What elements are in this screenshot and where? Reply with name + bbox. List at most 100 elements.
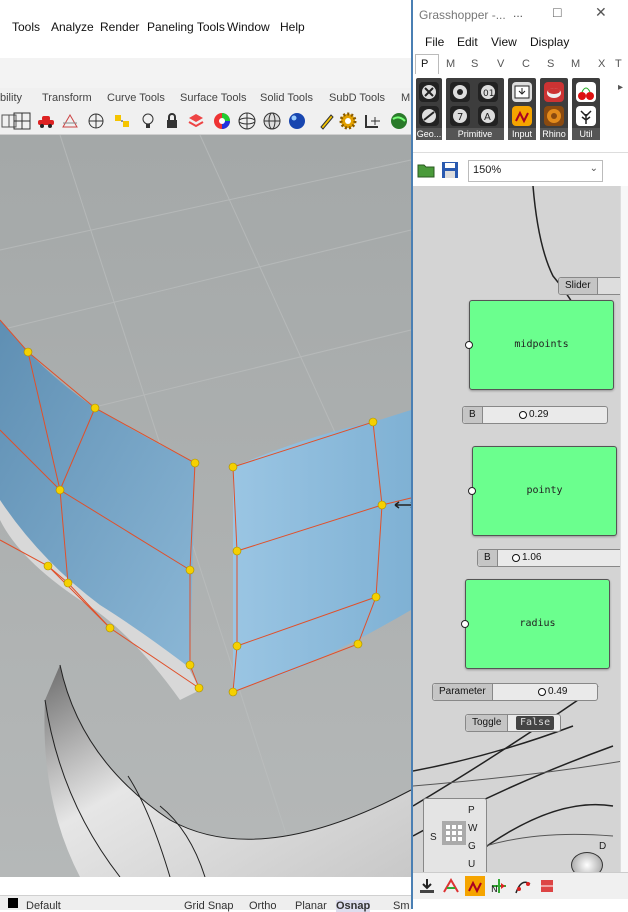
- lights-icon[interactable]: [112, 111, 132, 131]
- pointy-component[interactable]: pointy: [472, 446, 617, 536]
- pointy-input-port[interactable]: [468, 487, 476, 495]
- ribbon-group-primitive[interactable]: 01 7 A Primitive: [446, 78, 504, 140]
- menu-render[interactable]: Render: [100, 20, 139, 34]
- tab-maths[interactable]: M: [446, 58, 455, 70]
- minimize-button[interactable]: ...: [513, 6, 523, 20]
- viewport-geometry[interactable]: [0, 135, 411, 877]
- params-node-s-input[interactable]: S: [430, 832, 437, 843]
- chevron-down-icon[interactable]: ⌄: [590, 163, 598, 174]
- rhino-ref-icon[interactable]: [544, 82, 564, 102]
- tab-surface-tools[interactable]: Surface Tools: [180, 92, 246, 104]
- gh-menu-edit[interactable]: Edit: [457, 35, 478, 49]
- ribbon-expand-icon[interactable]: ▸: [618, 82, 623, 93]
- tree-icon[interactable]: [576, 106, 596, 126]
- material-ball-icon[interactable]: [287, 111, 307, 131]
- tab-vector[interactable]: V: [497, 58, 504, 70]
- tab-params[interactable]: P: [421, 58, 428, 70]
- menu-window[interactable]: Window: [227, 20, 270, 34]
- ribbon-group-util[interactable]: Util: [572, 78, 600, 140]
- parameter-slider-knob[interactable]: [538, 688, 546, 696]
- ribbon-group-input[interactable]: Input: [508, 78, 536, 140]
- dimension-icon[interactable]: [60, 111, 80, 131]
- snap-icon[interactable]: [363, 111, 383, 131]
- toggle-value[interactable]: False: [516, 716, 555, 730]
- tab-subd-tools[interactable]: SubD Tools: [329, 92, 385, 104]
- save-file-icon[interactable]: [441, 161, 459, 179]
- parameter-slider[interactable]: Parameter 0.49: [432, 683, 598, 701]
- curve-param-icon[interactable]: [419, 106, 439, 126]
- circle-target-icon[interactable]: [86, 111, 106, 131]
- menu-help[interactable]: Help: [280, 20, 305, 34]
- b-slider-2[interactable]: B 1.06: [477, 549, 623, 567]
- slider-icon[interactable]: [512, 106, 532, 126]
- b-slider-1-knob[interactable]: [519, 411, 527, 419]
- radius-input-port[interactable]: [461, 620, 469, 628]
- geometry-icon[interactable]: [419, 82, 439, 102]
- open-file-icon[interactable]: [417, 161, 435, 179]
- grid-icon[interactable]: [12, 111, 32, 131]
- tab-more[interactable]: M: [401, 92, 410, 104]
- grid-snap-toggle[interactable]: Grid Snap: [184, 900, 234, 912]
- midpoints-input-port[interactable]: [465, 341, 473, 349]
- planar-toggle[interactable]: Planar: [295, 900, 327, 912]
- osnap-toggle[interactable]: Osnap: [336, 900, 371, 912]
- car-icon[interactable]: [36, 111, 56, 131]
- current-layer[interactable]: Default: [26, 900, 61, 912]
- tab-transform[interactable]: Transform: [42, 92, 92, 104]
- smarttrack-toggle[interactable]: Sm: [393, 900, 410, 912]
- bake-icon[interactable]: [417, 876, 437, 896]
- sphere-grid-icon[interactable]: [237, 111, 257, 131]
- rhino-object-icon[interactable]: [544, 106, 564, 126]
- gh-menu-display[interactable]: Display: [530, 35, 569, 49]
- zoom-select[interactable]: 150% ⌄: [468, 160, 603, 182]
- tab-mesh[interactable]: M: [571, 58, 580, 70]
- bulb-icon[interactable]: [138, 111, 158, 131]
- b-slider-2-knob[interactable]: [512, 554, 520, 562]
- preview-icon[interactable]: [441, 876, 461, 896]
- menu-paneling-tools[interactable]: Paneling Tools: [147, 20, 225, 34]
- tab-curve[interactable]: C: [522, 58, 530, 70]
- gh-menu-file[interactable]: File: [425, 35, 444, 49]
- menu-analyze[interactable]: Analyze: [51, 20, 94, 34]
- globe-icon[interactable]: [389, 111, 409, 131]
- menu-tools[interactable]: Tools: [12, 20, 40, 34]
- layer-icon[interactable]: [186, 111, 206, 131]
- gh-canvas[interactable]: Slider midpoints B 0.29 pointy B 1.06 ra…: [413, 186, 623, 876]
- boolean-icon[interactable]: [450, 82, 470, 102]
- number-icon[interactable]: 7: [450, 106, 470, 126]
- rhino-viewport[interactable]: [0, 135, 411, 877]
- sphere-wire-icon[interactable]: [262, 111, 282, 131]
- params-node-p-output[interactable]: P: [468, 805, 475, 816]
- radius-component[interactable]: radius: [465, 579, 610, 669]
- tab-solid-tools[interactable]: Solid Tools: [260, 92, 313, 104]
- surface-params-node[interactable]: S P W G U: [423, 798, 487, 876]
- tab-intersect[interactable]: X: [598, 58, 605, 70]
- pen-icon[interactable]: [317, 111, 337, 131]
- tab-transform[interactable]: T: [615, 58, 622, 70]
- color-wheel-icon[interactable]: [212, 111, 232, 131]
- ribbon-group-geometry[interactable]: Geo...: [416, 78, 442, 140]
- params-node-u-output[interactable]: U: [468, 859, 475, 870]
- boolean-toggle[interactable]: Toggle False: [465, 714, 561, 732]
- params-node-w-output[interactable]: W: [468, 823, 477, 834]
- tab-surface[interactable]: S: [547, 58, 554, 70]
- curve-tool-icon[interactable]: [513, 876, 533, 896]
- normals-icon[interactable]: N: [489, 876, 509, 896]
- gear-gold-icon[interactable]: [338, 111, 358, 131]
- params-node-g-output[interactable]: G: [468, 841, 476, 852]
- tab-sets[interactable]: S: [471, 58, 478, 70]
- cluster-icon[interactable]: [537, 876, 557, 896]
- ortho-toggle[interactable]: Ortho: [249, 900, 277, 912]
- top-slider[interactable]: Slider: [558, 277, 623, 295]
- gh-scrollbar[interactable]: [620, 186, 628, 872]
- midpoints-component[interactable]: midpoints: [469, 300, 614, 390]
- text-icon[interactable]: A: [478, 106, 498, 126]
- integer-icon[interactable]: 01: [478, 82, 498, 102]
- slider-tool-icon[interactable]: [465, 876, 485, 896]
- lock-icon[interactable]: [162, 111, 182, 131]
- b-slider-1[interactable]: B 0.29: [462, 406, 608, 424]
- tab-usability[interactable]: bility: [0, 92, 22, 104]
- close-button[interactable]: ✕: [595, 4, 607, 21]
- gh-menu-view[interactable]: View: [491, 35, 517, 49]
- tab-curve-tools[interactable]: Curve Tools: [107, 92, 165, 104]
